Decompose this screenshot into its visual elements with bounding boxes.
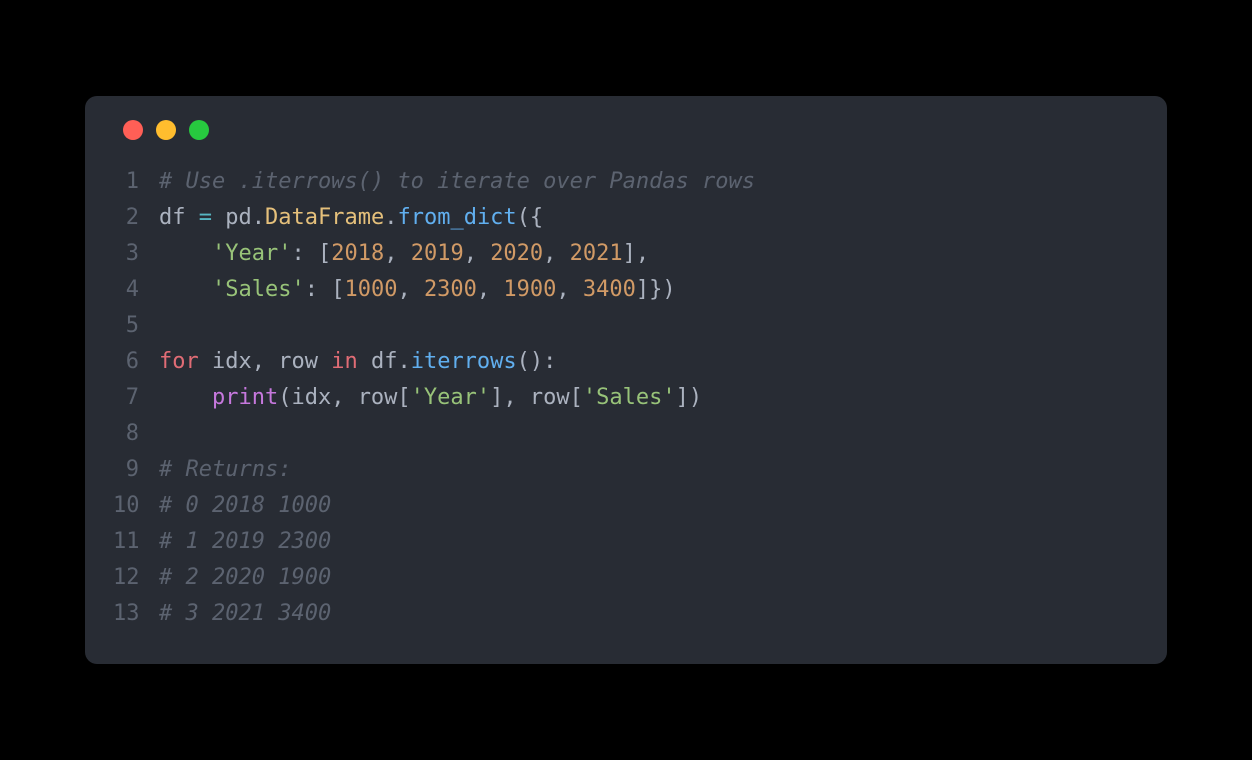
code-window: 1# Use .iterrows() to iterate over Panda… <box>85 96 1167 664</box>
code-token: 2019 <box>411 241 464 266</box>
code-token: 2300 <box>424 277 477 302</box>
code-token: # Returns: <box>159 457 291 482</box>
code-token: 'Year' <box>212 241 291 266</box>
line-number: 12 <box>113 560 159 596</box>
code-token: , <box>464 241 491 266</box>
code-line: 3 'Year': [2018, 2019, 2020, 2021], <box>113 236 1139 272</box>
code-token: print <box>212 385 278 410</box>
code-token: 1900 <box>503 277 556 302</box>
code-content: # 2 2020 1900 <box>159 560 331 596</box>
code-content: # Returns: <box>159 452 291 488</box>
code-token: : [ <box>305 277 345 302</box>
code-token: 'Sales' <box>583 385 676 410</box>
line-number: 3 <box>113 236 159 272</box>
code-token: , <box>384 241 411 266</box>
code-editor[interactable]: 1# Use .iterrows() to iterate over Panda… <box>113 164 1139 632</box>
code-token: pd <box>212 205 252 230</box>
code-content: 'Sales': [1000, 2300, 1900, 3400]}) <box>159 272 676 308</box>
code-token: in <box>331 349 358 374</box>
code-line: 6for idx, row in df.iterrows(): <box>113 344 1139 380</box>
code-token: ], <box>623 241 650 266</box>
code-token: ], row[ <box>490 385 583 410</box>
code-token: df <box>358 349 398 374</box>
code-token: # Use .iterrows() to iterate over Pandas… <box>159 169 755 194</box>
code-line: 12# 2 2020 1900 <box>113 560 1139 596</box>
code-token: : [ <box>291 241 331 266</box>
code-content: 'Year': [2018, 2019, 2020, 2021], <box>159 236 649 272</box>
code-token: ({ <box>517 205 544 230</box>
line-number: 9 <box>113 452 159 488</box>
code-content: # 3 2021 3400 <box>159 596 331 632</box>
line-number: 8 <box>113 416 159 452</box>
code-token: . <box>252 205 265 230</box>
code-token: idx, row <box>199 349 331 374</box>
code-token: for <box>159 349 199 374</box>
code-token: , <box>397 277 424 302</box>
code-token: 2020 <box>490 241 543 266</box>
code-content <box>159 308 172 344</box>
code-line: 13# 3 2021 3400 <box>113 596 1139 632</box>
code-token: 'Year' <box>411 385 490 410</box>
code-token: from_dict <box>397 205 516 230</box>
code-token: # 3 2021 3400 <box>159 601 331 626</box>
code-line: 9# Returns: <box>113 452 1139 488</box>
code-token: = <box>199 205 212 230</box>
code-line: 5 <box>113 308 1139 344</box>
code-line: 10# 0 2018 1000 <box>113 488 1139 524</box>
code-token: 1000 <box>344 277 397 302</box>
line-number: 5 <box>113 308 159 344</box>
close-button[interactable] <box>123 120 143 140</box>
code-token: ]) <box>676 385 703 410</box>
code-line: 11# 1 2019 2300 <box>113 524 1139 560</box>
code-token: . <box>384 205 397 230</box>
code-content: # Use .iterrows() to iterate over Pandas… <box>159 164 755 200</box>
line-number: 13 <box>113 596 159 632</box>
code-line: 8 <box>113 416 1139 452</box>
code-token: 3400 <box>583 277 636 302</box>
code-token: df <box>159 205 199 230</box>
code-token <box>159 277 212 302</box>
code-token: , <box>543 241 570 266</box>
maximize-button[interactable] <box>189 120 209 140</box>
line-number: 4 <box>113 272 159 308</box>
code-token: , <box>556 277 583 302</box>
code-content: # 0 2018 1000 <box>159 488 331 524</box>
code-token: iterrows <box>411 349 517 374</box>
code-token: # 2 2020 1900 <box>159 565 331 590</box>
code-token: (idx, row[ <box>278 385 410 410</box>
line-number: 2 <box>113 200 159 236</box>
code-content <box>159 416 172 452</box>
code-token: ]}) <box>636 277 676 302</box>
code-line: 7 print(idx, row['Year'], row['Sales']) <box>113 380 1139 416</box>
code-token: . <box>397 349 410 374</box>
line-number: 6 <box>113 344 159 380</box>
code-token: DataFrame <box>265 205 384 230</box>
line-number: 7 <box>113 380 159 416</box>
code-token: 2021 <box>570 241 623 266</box>
minimize-button[interactable] <box>156 120 176 140</box>
code-token: # 1 2019 2300 <box>159 529 331 554</box>
line-number: 11 <box>113 524 159 560</box>
line-number: 10 <box>113 488 159 524</box>
code-token: 'Sales' <box>212 277 305 302</box>
code-content: for idx, row in df.iterrows(): <box>159 344 556 380</box>
code-token: , <box>477 277 504 302</box>
code-token <box>159 241 212 266</box>
code-token: (): <box>517 349 557 374</box>
code-token: # 0 2018 1000 <box>159 493 331 518</box>
code-content: df = pd.DataFrame.from_dict({ <box>159 200 543 236</box>
code-line: 2df = pd.DataFrame.from_dict({ <box>113 200 1139 236</box>
code-content: # 1 2019 2300 <box>159 524 331 560</box>
code-token <box>159 385 212 410</box>
window-controls <box>113 120 1139 140</box>
code-line: 4 'Sales': [1000, 2300, 1900, 3400]}) <box>113 272 1139 308</box>
line-number: 1 <box>113 164 159 200</box>
code-content: print(idx, row['Year'], row['Sales']) <box>159 380 702 416</box>
code-line: 1# Use .iterrows() to iterate over Panda… <box>113 164 1139 200</box>
code-token: 2018 <box>331 241 384 266</box>
